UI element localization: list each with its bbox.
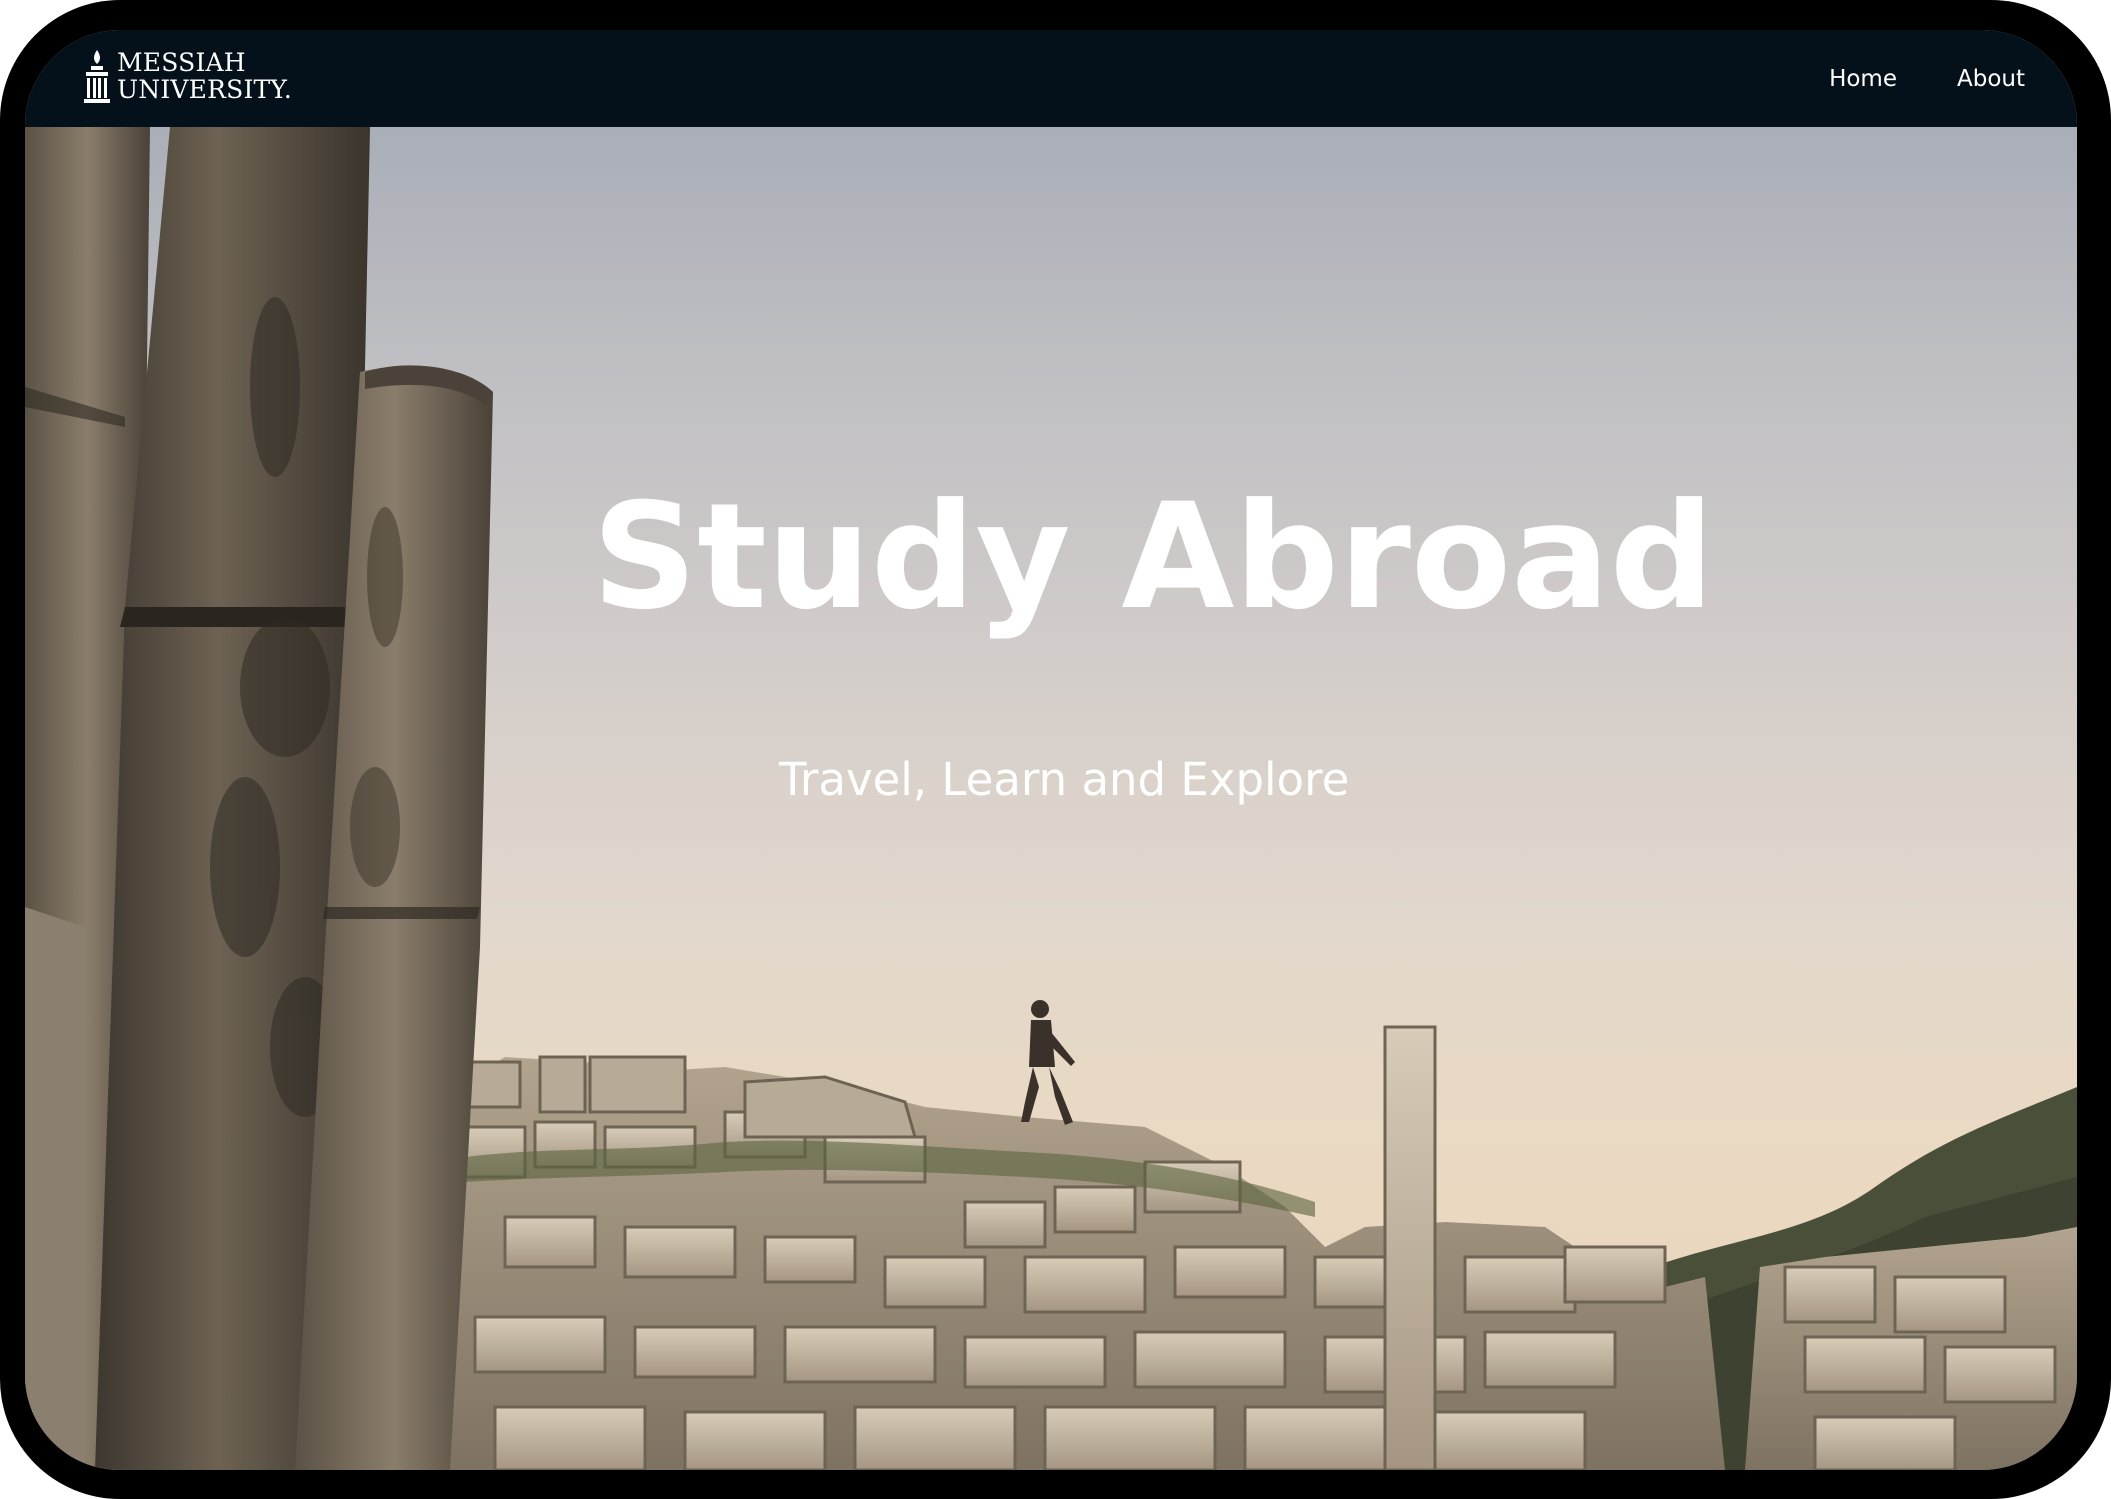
messiah-university-logo[interactable]: MESSIAH UNIVERSITY. — [83, 46, 292, 106]
walking-person — [1021, 1000, 1075, 1125]
hero-title: Study Abroad — [592, 472, 1715, 642]
hero-section: Study Abroad Travel, Learn and Explore — [25, 127, 2077, 1470]
device-frame: MESSIAH UNIVERSITY. Home About Study Abr… — [0, 0, 2111, 1499]
nav-link-about[interactable]: About — [1957, 66, 2025, 92]
logo-wordmark: MESSIAH UNIVERSITY. — [117, 49, 292, 103]
logo-line-messiah: MESSIAH — [117, 48, 246, 77]
main-nav: Home About — [1829, 30, 2025, 127]
hero-subtitle: Travel, Learn and Explore — [779, 753, 1350, 806]
nav-link-home[interactable]: Home — [1829, 66, 1897, 92]
top-navbar: MESSIAH UNIVERSITY. Home About — [25, 30, 2077, 127]
browser-viewport: MESSIAH UNIVERSITY. Home About Study Abr… — [25, 30, 2077, 1470]
lamp-building-icon — [84, 50, 110, 103]
logo-line-university: UNIVERSITY. — [117, 75, 293, 104]
